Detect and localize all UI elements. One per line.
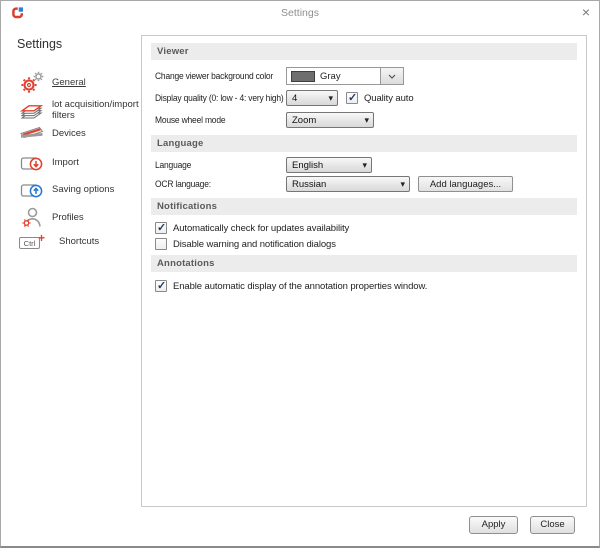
mouse-wheel-row: Mouse wheel mode Zoom	[155, 112, 577, 128]
sidebar-item-saving-options[interactable]: Saving options	[19, 177, 140, 203]
sidebar-item-devices[interactable]: Devices	[19, 121, 140, 147]
window-title: Settings	[281, 7, 319, 19]
updates-check-row: Automatically check for updates availabi…	[155, 221, 577, 235]
ocr-language-label: OCR language:	[155, 179, 211, 189]
language-label: Language	[155, 160, 192, 170]
close-icon[interactable]: ×	[582, 5, 590, 19]
quality-auto-group: Quality auto	[346, 91, 414, 104]
language-row: Language English	[155, 157, 577, 173]
mouse-wheel-label: Mouse wheel mode	[155, 115, 226, 125]
user-gear-icon	[22, 207, 41, 227]
mouse-wheel-select[interactable]: Zoom	[286, 112, 374, 128]
viewer-bg-color-row: Change viewer background color Gray	[155, 67, 577, 85]
sidebar-item-label: Import	[52, 157, 79, 169]
titlebar[interactable]: Settings ×	[1, 1, 599, 25]
quality-auto-checkbox[interactable]	[346, 91, 358, 104]
check-updates-checkbox[interactable]	[155, 221, 167, 234]
quality-auto-label: Quality auto	[364, 92, 414, 104]
sidebar-item-shortcuts[interactable]: Ctrl + Shortcuts	[19, 231, 147, 251]
settings-window: Settings × Settings General lot acquisit…	[0, 0, 600, 548]
sidebar-item-acquisition-filters[interactable]: lot acquisition/import filters	[19, 97, 140, 123]
section-header-viewer: Viewer	[151, 43, 577, 60]
sidebar-item-label: Profiles	[52, 212, 84, 224]
check-updates-label: Automatically check for updates availabi…	[173, 222, 350, 234]
gears-icon	[21, 71, 44, 93]
annotation-display-row: Enable automatic display of the annotati…	[155, 279, 577, 293]
disable-dialogs-checkbox[interactable]	[155, 238, 167, 250]
section-header-notifications: Notifications	[151, 198, 577, 215]
viewer-bg-color-value: Gray	[320, 70, 341, 82]
display-quality-select[interactable]: 4	[286, 90, 338, 106]
viewer-bg-color-label: Change viewer background color	[155, 71, 274, 81]
display-quality-row: Display quality (0: low - 4: very high) …	[155, 90, 577, 106]
disable-dialogs-row: Disable warning and notification dialogs	[155, 237, 577, 251]
sidebar-item-general[interactable]: General	[19, 70, 140, 96]
sidebar-title: Settings	[17, 37, 63, 51]
add-languages-button[interactable]: Add languages...	[418, 176, 513, 192]
sidebar-item-label: Saving options	[52, 184, 115, 196]
scanner-icon	[20, 126, 44, 139]
sidebar-item-label: Shortcuts	[59, 236, 100, 248]
sidebar-item-import[interactable]: Import	[19, 150, 140, 176]
sidebar-item-label: Devices	[52, 128, 86, 140]
save-arrow-icon	[20, 184, 43, 198]
ocr-language-select[interactable]: Russian	[286, 176, 410, 192]
paper-stack-icon	[19, 105, 44, 119]
ctrl-key-label: Ctrl	[19, 237, 40, 249]
sidebar-item-label: lot acquisition/import filters	[52, 98, 139, 121]
apply-button[interactable]: Apply	[469, 516, 518, 534]
disable-dialogs-label: Disable warning and notification dialogs	[173, 238, 336, 250]
chevron-down-icon[interactable]	[380, 68, 403, 84]
display-quality-label: Display quality (0: low - 4: very high)	[155, 93, 284, 103]
annotation-display-label: Enable automatic display of the annotati…	[173, 280, 428, 292]
section-header-language: Language	[151, 135, 577, 152]
color-swatch	[291, 70, 315, 82]
close-button[interactable]: Close	[530, 516, 575, 534]
viewer-bg-color-select[interactable]: Gray	[286, 67, 404, 85]
section-header-annotations: Annotations	[151, 255, 577, 272]
import-arrow-icon	[20, 157, 43, 171]
sidebar-item-profiles[interactable]: Profiles	[19, 205, 140, 231]
annotation-display-checkbox[interactable]	[155, 279, 167, 292]
language-select[interactable]: English	[286, 157, 372, 173]
ctrl-key-icon: Ctrl +	[19, 231, 52, 251]
settings-panel: Viewer Change viewer background color Gr…	[141, 35, 587, 507]
ocr-language-row: OCR language: Russian Add languages...	[155, 176, 577, 192]
sidebar-item-label: General	[52, 77, 86, 89]
plus-icon: +	[38, 231, 46, 245]
